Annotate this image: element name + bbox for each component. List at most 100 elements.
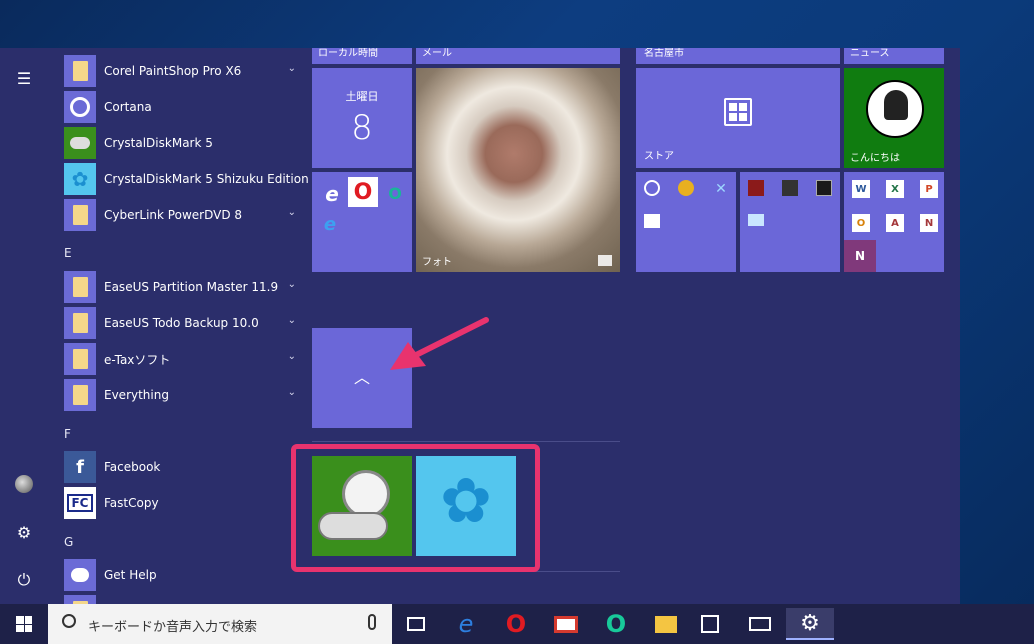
app-label: CyberLink PowerDVD 8 xyxy=(104,208,243,222)
search-icon xyxy=(62,614,76,628)
gmail-icon[interactable] xyxy=(542,608,590,640)
tile-label: こんにちは xyxy=(850,153,900,164)
list-item[interactable]: CrystalDiskMark 5 xyxy=(64,125,296,161)
list-item[interactable]: Cortana xyxy=(64,89,296,125)
chevron-down-icon[interactable]: ⌄ xyxy=(288,315,296,326)
group-letter-g[interactable]: G xyxy=(64,535,73,549)
list-item[interactable]: EaseUS Todo Backup 10.0 ⌄ xyxy=(64,305,296,341)
drive-icon xyxy=(318,512,388,540)
folder-icon xyxy=(64,199,96,231)
mail-icon[interactable] xyxy=(736,608,784,640)
tile-label: ローカル時間 xyxy=(318,48,378,59)
id-card-icon[interactable] xyxy=(748,214,764,226)
excel-icon[interactable]: X xyxy=(886,180,904,198)
browser-group-tile[interactable]: e O O e xyxy=(312,172,412,272)
folder-icon xyxy=(64,271,96,303)
group-divider xyxy=(312,441,620,442)
group-letter-f[interactable]: F xyxy=(64,427,71,441)
tile-label: メール xyxy=(422,48,452,59)
chevron-down-icon[interactable]: ⌄ xyxy=(288,351,296,362)
windows-logo-icon[interactable] xyxy=(0,608,48,640)
app-label: EaseUS Partition Master 11.9 xyxy=(104,280,279,294)
edge-icon[interactable]: e xyxy=(442,608,490,640)
clock-tile[interactable]: ローカル時間 xyxy=(312,48,412,64)
folder-icon xyxy=(64,307,96,339)
list-item[interactable]: EaseUS Partition Master 11.9 ⌄ xyxy=(64,269,296,305)
character-avatar xyxy=(866,80,924,138)
clapper-icon[interactable] xyxy=(644,214,660,228)
list-item[interactable]: f Facebook xyxy=(64,449,296,485)
search-box[interactable]: キーボードか音声入力で検索 xyxy=(48,604,392,644)
app-label: Facebook xyxy=(104,460,161,474)
list-item[interactable]: CyberLink PowerDVD 8 ⌄ xyxy=(64,197,296,233)
onenote-icon[interactable]: N xyxy=(920,214,938,232)
settings-icon[interactable]: ⚙ xyxy=(786,608,834,640)
chevron-down-icon[interactable]: ⌄ xyxy=(288,279,296,290)
tile-label: ストア xyxy=(644,151,674,162)
stopwatch-icon xyxy=(342,470,390,518)
photos-tile[interactable]: フォト xyxy=(416,68,620,272)
app-label: Cortana xyxy=(104,100,152,114)
calendar-date: 8 xyxy=(351,108,373,148)
office-group-tile[interactable]: W X P O A N N xyxy=(844,172,944,272)
fastcopy-icon: FC xyxy=(64,487,96,519)
search-input[interactable]: キーボードか音声入力で検索 xyxy=(88,616,257,635)
access-icon[interactable]: A xyxy=(886,214,904,232)
crystaldiskmark-tile[interactable] xyxy=(312,456,412,556)
chevron-down-icon[interactable]: ⌄ xyxy=(288,207,296,218)
video-group-tile[interactable] xyxy=(740,172,840,272)
opera-gx-icon[interactable]: O xyxy=(384,182,406,204)
weather-tile[interactable]: 名古屋市 xyxy=(636,48,840,64)
list-item[interactable]: e-Taxソフト ⌄ xyxy=(64,341,296,377)
calendar-day: 土曜日 xyxy=(345,90,379,103)
opera-gx-icon[interactable]: O xyxy=(592,608,640,640)
flower-icon: ✿ xyxy=(440,464,492,537)
power-icon[interactable]: ⏻ xyxy=(12,568,36,592)
store-tile[interactable]: ストア xyxy=(636,68,840,168)
internet-explorer-icon[interactable]: e xyxy=(318,212,342,236)
chevron-down-icon[interactable]: ⌄ xyxy=(288,387,296,398)
list-item[interactable]: Corel PaintShop Pro X6 ⌄ xyxy=(64,53,296,89)
tile-label: 名古屋市 xyxy=(644,48,684,59)
hamburger-icon[interactable]: ☰ xyxy=(12,66,36,90)
opera-icon[interactable]: O xyxy=(348,177,378,207)
app-label: FastCopy xyxy=(104,496,159,510)
group-letter-e[interactable]: E xyxy=(64,246,72,260)
media-player-icon[interactable] xyxy=(644,180,660,196)
word-icon[interactable]: W xyxy=(852,180,870,198)
media-group-tile[interactable]: ✕ xyxy=(636,172,736,272)
calendar-tile[interactable]: 土曜日 8 xyxy=(312,68,412,168)
list-item[interactable] xyxy=(64,593,296,604)
list-item[interactable]: ✿ CrystalDiskMark 5 Shizuku Edition xyxy=(64,161,309,197)
tools-icon[interactable]: ✕ xyxy=(712,180,730,198)
chrome-icon[interactable] xyxy=(678,180,694,196)
list-item[interactable]: Get Help xyxy=(64,557,296,593)
onenote-2016-icon[interactable]: N xyxy=(844,240,876,272)
edge-icon[interactable]: e xyxy=(318,180,346,208)
chevron-down-icon[interactable]: ⌄ xyxy=(288,63,296,74)
movie-icon[interactable] xyxy=(748,180,764,196)
tile-label: ニュース xyxy=(850,48,890,59)
outlook-icon[interactable]: O xyxy=(852,214,870,232)
powerpoint-icon[interactable]: P xyxy=(920,180,938,198)
opera-icon[interactable]: O xyxy=(492,608,540,640)
list-item[interactable]: Everything ⌄ xyxy=(64,377,296,413)
folder-icon xyxy=(64,343,96,375)
folder-icon xyxy=(64,595,96,604)
file-explorer-icon[interactable] xyxy=(642,608,690,640)
film-icon[interactable] xyxy=(782,180,798,196)
shizuku-tile[interactable]: ✿ xyxy=(416,456,516,556)
settings-icon[interactable]: ⚙ xyxy=(12,520,36,544)
microphone-icon[interactable] xyxy=(368,614,376,630)
cortana-icon xyxy=(64,91,96,123)
facebook-icon: f xyxy=(64,451,96,483)
list-item[interactable]: FC FastCopy xyxy=(64,485,296,521)
mail-tile[interactable]: メール xyxy=(416,48,620,64)
tile-label: フォト xyxy=(422,257,452,268)
user-avatar[interactable] xyxy=(12,472,36,496)
store-icon[interactable] xyxy=(686,608,734,640)
task-view-icon[interactable] xyxy=(392,608,440,640)
news-tile[interactable]: ニュース xyxy=(844,48,944,64)
character-tile[interactable]: こんにちは xyxy=(844,68,944,168)
filmstrip-icon[interactable] xyxy=(816,180,832,196)
